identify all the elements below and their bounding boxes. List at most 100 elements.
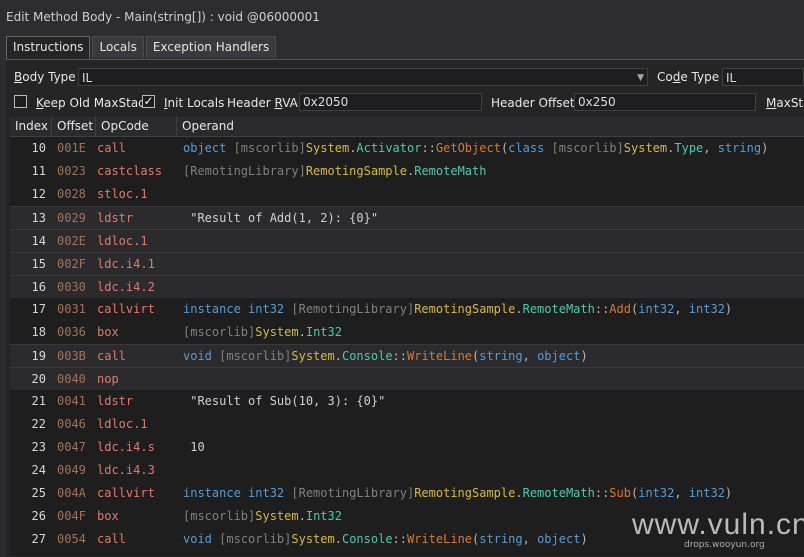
check-icon: ✓	[143, 94, 154, 108]
row-opcode: callvirt	[97, 486, 155, 500]
table-row[interactable]: 24 0049 ldc.i4.3	[10, 459, 804, 482]
operand-token: RemotingSample	[305, 164, 407, 178]
operand-token: Add	[609, 302, 631, 316]
table-row[interactable]: 13 0029 ldstr "Result of Add(1, 2): {0}"	[10, 206, 804, 229]
row-opcode: ldstr	[97, 211, 134, 225]
body-type-value: IL	[82, 71, 93, 85]
operand-token: ::	[392, 532, 407, 546]
body-type-select[interactable]: IL ▼	[78, 68, 648, 86]
operand-token: ::	[594, 302, 610, 316]
column-header-operand[interactable]: Operand	[177, 117, 804, 136]
row-operand: void [mscorlib]System.Console::WriteLine…	[183, 345, 588, 368]
row-offset: 0047	[57, 440, 86, 454]
row-opcode: box	[97, 325, 119, 339]
operand-token: string	[717, 141, 762, 155]
operand-token: instance int32	[183, 302, 292, 316]
keep-old-maxstack-checkbox[interactable]	[14, 95, 27, 108]
table-row[interactable]: 16 0030 ldc.i4.2	[10, 275, 804, 298]
row-opcode: ldloc.1	[97, 234, 148, 248]
table-row[interactable]: 20 0040 nop	[10, 367, 804, 390]
table-row[interactable]: 23 0047 ldc.i4.s 10	[10, 436, 804, 459]
row-opcode: nop	[97, 372, 119, 386]
watermark-logo: www.vuln.cn	[632, 508, 804, 541]
table-row[interactable]: 17 0031 callvirt instance int32 [RemotingLi…	[10, 298, 804, 321]
tab-locals[interactable]: Locals	[92, 36, 144, 58]
init-locals-checkbox[interactable]: ✓	[142, 95, 155, 108]
row-index: 14	[31, 234, 46, 248]
row-index: 16	[31, 280, 46, 294]
row-opcode: ldc.i4.1	[97, 257, 155, 271]
table-row[interactable]: 10 001E call object [mscorlib]System.Activa…	[10, 137, 804, 160]
maxstack-label: MaxSta	[766, 96, 804, 110]
tab-instructions[interactable]: Instructions	[6, 36, 91, 59]
header-rva-field[interactable]: 0x2050	[299, 93, 482, 111]
row-index: 12	[31, 187, 46, 201]
operand-token: string	[479, 532, 523, 546]
row-index: 19	[31, 349, 46, 363]
operand-token: RemotingSample	[414, 486, 516, 500]
table-row[interactable]: 21 0041 ldstr "Result of Sub(10, 3): {0}"	[10, 390, 804, 413]
operand-token: Console	[341, 349, 393, 363]
row-offset: 003B	[57, 349, 86, 363]
operand-token: class	[508, 141, 552, 155]
operand-token: [RemotingLibrary]	[291, 302, 415, 316]
column-header-offset[interactable]: Offset	[52, 117, 96, 136]
table-row[interactable]: 19 003B call void [mscorlib]System.Console:…	[10, 344, 804, 367]
table-row[interactable]: 22 0046 ldloc.1	[10, 413, 804, 436]
operand-token: instance int32	[183, 486, 292, 500]
column-header-index[interactable]: Index	[10, 117, 52, 136]
operand-token: ::	[594, 486, 610, 500]
operand-token: [mscorlib]	[183, 325, 256, 339]
operand-token: System	[255, 509, 299, 523]
row-offset: 0028	[57, 187, 86, 201]
body-type-label: Body Type	[14, 70, 76, 84]
operand-token: ,	[703, 141, 718, 155]
operand-token: .	[334, 532, 342, 546]
row-operand: "Result of Add(1, 2): {0}"	[183, 207, 378, 230]
row-index: 17	[31, 302, 46, 316]
operand-token: ,	[522, 532, 538, 546]
row-offset: 0041	[57, 394, 86, 408]
table-row[interactable]: 14 002E ldloc.1	[10, 229, 804, 252]
row-offset: 0054	[57, 532, 86, 546]
table-row[interactable]: 18 0036 box [mscorlib]System.Int32	[10, 321, 804, 344]
operand-token: string	[479, 349, 523, 363]
operand-token: [mscorlib]	[219, 532, 292, 546]
row-index: 26	[31, 509, 46, 523]
operand-token: RemotingSample	[414, 302, 516, 316]
row-operand: 10	[183, 436, 204, 459]
row-opcode: stloc.1	[97, 187, 148, 201]
row-offset: 0031	[57, 302, 86, 316]
code-type-select[interactable]: IL	[722, 68, 804, 86]
row-opcode: castclass	[97, 164, 163, 178]
operand-token: ,	[674, 302, 689, 316]
column-header-opcode[interactable]: OpCode	[96, 117, 177, 136]
operand-token: WriteLine	[407, 532, 473, 546]
operand-token: System	[291, 349, 335, 363]
operand-token: Console	[341, 532, 393, 546]
operand-token: ::	[421, 141, 436, 155]
table-row[interactable]: 12 0028 stloc.1	[10, 183, 804, 206]
operand-token: ::	[392, 349, 407, 363]
instructions-grid[interactable]: Index Offset OpCode Operand 10 001E call ob…	[10, 117, 804, 556]
operand-token: .	[515, 302, 523, 316]
operand-token: System	[305, 141, 350, 155]
operand-token: )	[724, 486, 733, 500]
operand-token: [RemotingLibrary]	[291, 486, 415, 500]
row-opcode: call	[97, 141, 126, 155]
operand-token: .	[334, 349, 342, 363]
tab-exception-handlers[interactable]: Exception Handlers	[145, 36, 277, 58]
operand-token: int32	[638, 302, 675, 316]
header-offset-label: Header Offset	[491, 96, 575, 110]
row-index: 20	[31, 372, 46, 386]
table-row[interactable]: 11 0023 castclass [RemotingLibrary]Remoting…	[10, 160, 804, 183]
table-row[interactable]: 25 004A callvirt instance int32 [RemotingLi…	[10, 482, 804, 505]
operand-token: RemoteMath	[522, 302, 595, 316]
table-row[interactable]: 15 002F ldc.i4.1	[10, 252, 804, 275]
header-offset-field[interactable]: 0x250	[574, 93, 756, 111]
operand-token: RemoteMath	[414, 164, 487, 178]
operand-token: )	[580, 532, 588, 546]
window-title: Edit Method Body - Main(string[]) : void…	[6, 10, 320, 24]
watermark-subtext: drops.wooyun.org	[684, 540, 765, 550]
operand-token: object	[537, 532, 581, 546]
